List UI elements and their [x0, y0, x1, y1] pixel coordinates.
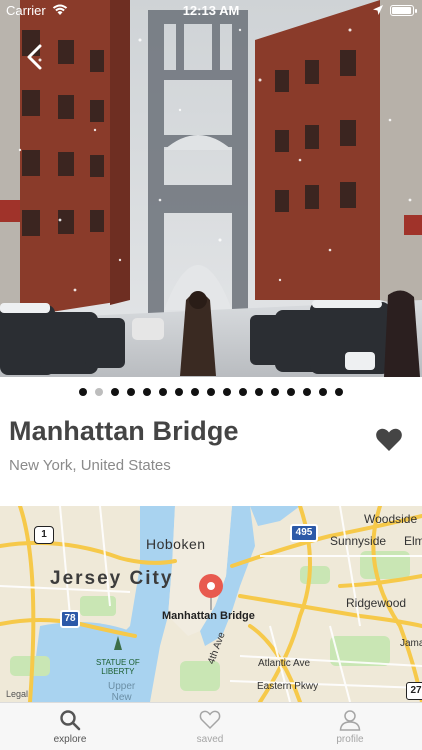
tab-saved-label: saved: [196, 734, 224, 745]
map-label-hoboken: Hoboken: [146, 536, 206, 552]
pagination-dot[interactable]: [143, 388, 151, 396]
upper-label-line1: Upper: [108, 681, 136, 692]
pagination-dot[interactable]: [175, 388, 183, 396]
pagination-dot[interactable]: [79, 388, 87, 396]
pagination-dot[interactable]: [95, 388, 103, 396]
tab-saved[interactable]: saved: [160, 709, 260, 749]
status-time: 12:13 AM: [182, 3, 240, 18]
statue-label-line2: LIBERTY: [101, 667, 135, 676]
map-legal-link[interactable]: Legal: [6, 689, 28, 699]
pagination-dot[interactable]: [127, 388, 135, 396]
place-title: Manhattan Bridge: [9, 416, 239, 446]
upper-label-line2: New: [111, 692, 132, 702]
location-arrow-icon: [373, 5, 383, 15]
map-label-upper-bay: Upper New: [108, 681, 135, 702]
highway-shield-27: 27: [406, 682, 422, 700]
map-label-statue-of-liberty: STATUE OF LIBERTY: [96, 658, 140, 676]
photo-pagination[interactable]: [0, 388, 422, 398]
pagination-dot[interactable]: [335, 388, 343, 396]
heart-icon: [199, 710, 221, 730]
back-button[interactable]: [20, 42, 50, 72]
pagination-dot[interactable]: [303, 388, 311, 396]
tab-explore[interactable]: explore: [20, 709, 120, 749]
pagination-dot[interactable]: [239, 388, 247, 396]
map-label-elm: Elm: [404, 534, 422, 548]
pagination-dot[interactable]: [223, 388, 231, 396]
place-subtitle: New York, United States: [9, 457, 171, 474]
pagination-dot[interactable]: [287, 388, 295, 396]
tab-profile[interactable]: profile: [300, 709, 400, 749]
highway-shield-78: 78: [60, 610, 80, 628]
map-label-atlantic-ave: Atlantic Ave: [258, 658, 311, 669]
search-icon: [60, 710, 81, 731]
location-map[interactable]: Woodside Hoboken Sunnyside Elm Jersey Ci…: [0, 506, 422, 702]
map-label-sunnyside: Sunnyside: [330, 534, 387, 548]
map-pin-label: Manhattan Bridge: [162, 610, 255, 622]
pagination-dot[interactable]: [191, 388, 199, 396]
place-photo[interactable]: [0, 0, 422, 377]
battery-level: [392, 7, 411, 14]
tab-explore-label: explore: [53, 734, 87, 745]
favorite-button[interactable]: [375, 427, 403, 453]
battery-icon: [390, 5, 417, 16]
heart-filled-icon: [376, 428, 402, 451]
tab-bar: explore saved profile: [0, 702, 422, 750]
highway-shield-1: 1: [34, 526, 54, 544]
pagination-dot[interactable]: [271, 388, 279, 396]
highway-shield-495: 495: [290, 524, 318, 542]
tab-profile-label: profile: [336, 734, 364, 745]
map-label-ridgewood: Ridgewood: [346, 596, 407, 610]
pagination-dot[interactable]: [255, 388, 263, 396]
photo-scene: [0, 0, 422, 377]
pagination-dot[interactable]: [111, 388, 119, 396]
map-label-woodside: Woodside: [364, 512, 418, 526]
chevron-left-icon: [27, 44, 42, 70]
statue-label-line1: STATUE OF: [96, 658, 140, 667]
pagination-dot[interactable]: [207, 388, 215, 396]
map-label-jersey-city: Jersey City: [50, 568, 174, 589]
map-label-eastern-pkwy: Eastern Pkwy: [257, 681, 319, 692]
user-icon: [339, 710, 361, 731]
status-bar: Carrier 12:13 AM: [0, 0, 422, 22]
map-label-jamaica: Jama: [400, 638, 422, 649]
pagination-dot[interactable]: [319, 388, 327, 396]
pagination-dot[interactable]: [159, 388, 167, 396]
